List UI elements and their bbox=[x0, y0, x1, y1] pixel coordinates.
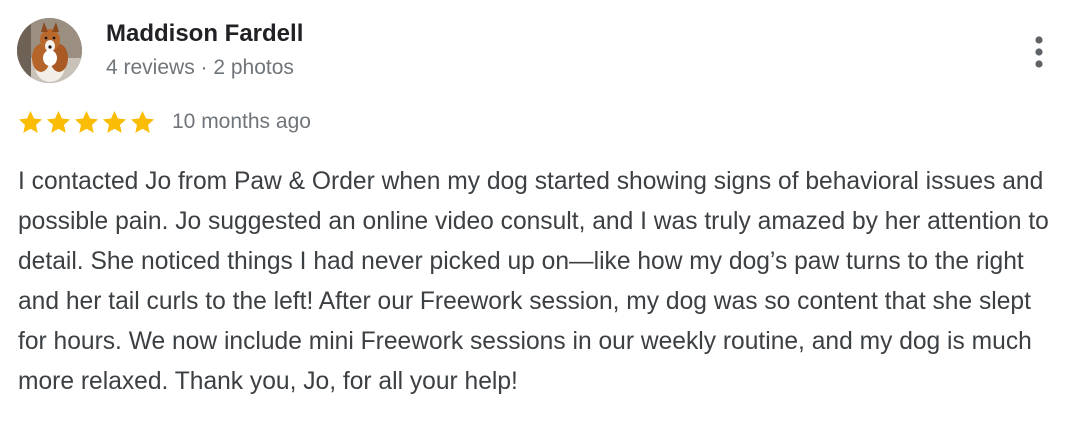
star-icon bbox=[130, 110, 155, 133]
author-name[interactable]: Maddison Fardell bbox=[106, 20, 303, 48]
more-options-button[interactable] bbox=[1020, 30, 1058, 74]
star-rating bbox=[17, 108, 157, 136]
star-icon bbox=[74, 110, 99, 133]
review-text: I contacted Jo from Paw & Order when my … bbox=[18, 168, 1049, 395]
more-vert-icon bbox=[1035, 36, 1043, 68]
star-icon bbox=[46, 110, 71, 133]
star-icon bbox=[18, 110, 43, 133]
star-icon bbox=[102, 110, 127, 133]
author-meta: 4 reviews · 2 photos bbox=[106, 56, 294, 79]
avatar[interactable] bbox=[17, 18, 82, 83]
dog-avatar-image bbox=[17, 18, 82, 83]
review-time: 10 months ago bbox=[172, 110, 311, 133]
review-card: Maddison Fardell 4 reviews · 2 photos 10… bbox=[0, 0, 1090, 442]
